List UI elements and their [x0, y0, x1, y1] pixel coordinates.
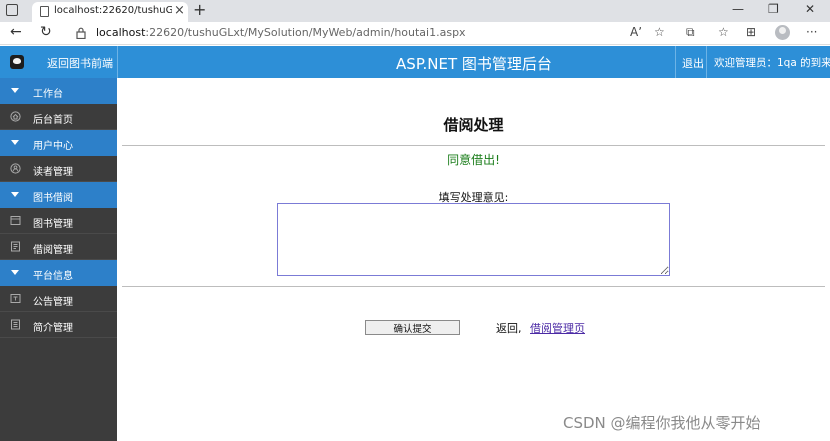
logout-link[interactable]: 退出 — [682, 55, 704, 71]
sidebar-group-user-center[interactable]: 用户中心 — [0, 130, 117, 156]
book-icon — [10, 216, 21, 225]
caret-down-icon — [11, 88, 19, 93]
sidebar-group-label: 图书借阅 — [33, 193, 73, 204]
caret-down-icon — [11, 270, 19, 275]
read-aloud-icon[interactable]: Aʼ — [630, 25, 642, 39]
divider — [122, 145, 825, 146]
sidebar-item-notice-management[interactable]: 公告管理 — [0, 286, 117, 312]
sidebar-item-lending-management[interactable]: 借阅管理 — [0, 234, 117, 260]
page-favicon-icon — [40, 6, 49, 17]
sidebar-item-book-management[interactable]: 图书管理 — [0, 208, 117, 234]
more-icon[interactable]: ··· — [806, 25, 817, 39]
sidebar-item-admin-home[interactable]: 后台首页 — [0, 104, 117, 130]
browser-tab-bar: localhost:22620/tushuGLxt/MySo × + — ❐ ✕ — [0, 0, 830, 22]
sidebar-item-label: 借阅管理 — [33, 245, 73, 256]
new-tab-icon[interactable]: + — [193, 0, 206, 19]
status-message: 同意借出! — [447, 153, 500, 167]
divider — [122, 286, 825, 287]
refresh-icon[interactable]: ↻ — [40, 24, 52, 40]
sidebar-group-platform-info[interactable]: 平台信息 — [0, 260, 117, 286]
sidebar-item-intro-management[interactable]: 简介管理 — [0, 312, 117, 338]
info-icon — [11, 319, 20, 330]
confirm-submit-button[interactable]: 确认提交 — [365, 320, 460, 335]
sidebar-item-label: 读者管理 — [33, 167, 73, 178]
sidebar-group-label: 平台信息 — [33, 271, 73, 282]
url-path: :22620/tushuGLxt/MySolution/MyWeb/admin/… — [145, 26, 466, 39]
header-divider — [706, 46, 707, 78]
sidebar-item-label: 图书管理 — [33, 219, 73, 230]
notice-icon — [10, 294, 21, 303]
tab-close-icon[interactable]: × — [174, 3, 185, 18]
sidebar-item-label: 简介管理 — [33, 323, 73, 334]
restore-icon[interactable]: ❐ — [768, 2, 779, 16]
window-close-icon[interactable]: ✕ — [805, 2, 815, 16]
lock-icon[interactable] — [76, 27, 86, 39]
url-field[interactable]: localhost:22620/tushuGLxt/MySolution/MyW… — [96, 26, 466, 39]
extensions-icon[interactable]: ⧉ — [686, 25, 695, 40]
return-text: 返回, — [496, 322, 522, 335]
browser-tab[interactable]: localhost:22620/tushuGLxt/MySo × — [32, 2, 188, 22]
page-title: 借阅处理 — [443, 116, 504, 134]
profile-icon[interactable] — [775, 25, 790, 40]
user-icon — [10, 163, 21, 174]
sidebar-group-workbench[interactable]: 工作台 — [0, 78, 117, 104]
welcome-text: 欢迎管理员：1qa 的到来! — [714, 57, 830, 69]
favorites-icon[interactable]: ☆ — [718, 25, 729, 39]
favorite-icon[interactable]: ☆ — [654, 25, 665, 39]
header-divider — [675, 46, 676, 78]
list-icon — [11, 241, 20, 252]
opinion-textarea[interactable] — [277, 203, 670, 276]
sidebar-group-label: 用户中心 — [33, 141, 73, 152]
address-bar: ← ↻ localhost:22620/tushuGLxt/MySolution… — [0, 22, 830, 45]
back-icon[interactable]: ← — [10, 24, 22, 40]
sidebar-group-label: 工作台 — [33, 89, 63, 100]
url-host: localhost — [96, 26, 146, 39]
tab-actions-icon[interactable] — [6, 4, 18, 16]
sidebar: 工作台 后台首页 用户中心 读者管理 图书借阅 图书管理 借阅管理 平台信息 公… — [0, 78, 117, 441]
app-header: 返回图书前端 ASP.NET 图书管理后台 退出 欢迎管理员：1qa 的到来! — [0, 46, 830, 78]
caret-down-icon — [11, 192, 19, 197]
collections-icon[interactable]: ⊞ — [746, 25, 756, 39]
home-icon — [10, 111, 21, 122]
sidebar-item-label: 公告管理 — [33, 297, 73, 308]
sidebar-item-label: 后台首页 — [33, 115, 73, 126]
caret-down-icon — [11, 140, 19, 145]
watermark: CSDN @编程你我他从零开始 — [563, 414, 761, 432]
sidebar-group-book-lending[interactable]: 图书借阅 — [0, 182, 117, 208]
main-content: 借阅处理 同意借出! 填写处理意见: 确认提交 返回, 借阅管理页 — [117, 78, 830, 441]
sidebar-item-reader-management[interactable]: 读者管理 — [0, 156, 117, 182]
tab-title: localhost:22620/tushuGLxt/MySo — [54, 5, 172, 16]
minimize-icon[interactable]: — — [732, 2, 744, 16]
lending-management-link[interactable]: 借阅管理页 — [530, 320, 585, 336]
